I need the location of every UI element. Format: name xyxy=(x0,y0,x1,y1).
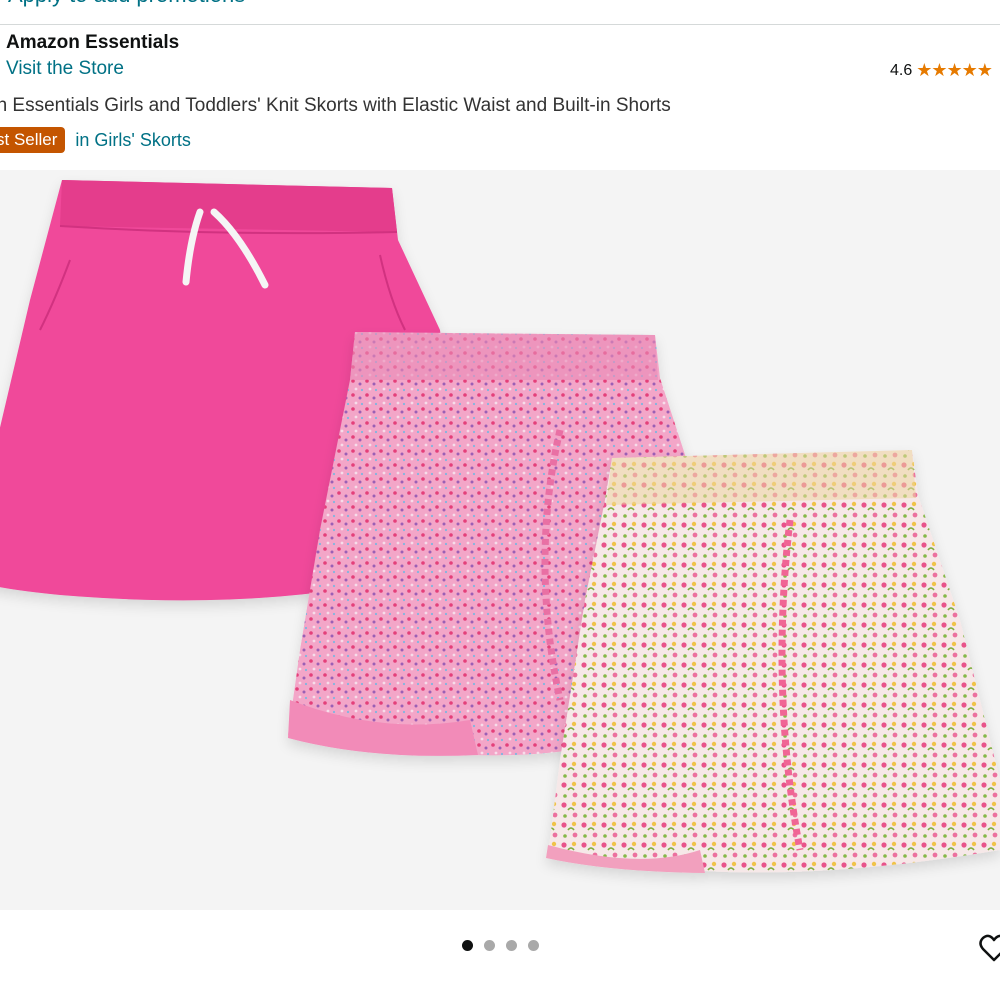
badge-row: st Seller in Girls' Skorts xyxy=(0,127,191,153)
floral-multicolor-skort xyxy=(546,450,1000,873)
rating-value: 4.6 xyxy=(890,61,913,79)
gallery-dot[interactable] xyxy=(527,940,539,951)
star-rating-icon: ★★★★★ xyxy=(916,60,993,80)
brand-name: Amazon Essentials xyxy=(6,32,180,53)
rating[interactable]: 4.6 ★★★★★ xyxy=(890,60,1000,81)
gallery-dot[interactable] xyxy=(505,940,517,951)
top-banner-text[interactable]: Apply to add promotions xyxy=(8,0,245,8)
heart-icon[interactable] xyxy=(978,932,1000,964)
gallery-dot[interactable] xyxy=(483,940,495,951)
category-link[interactable]: in Girls' Skorts xyxy=(75,130,190,151)
product-image xyxy=(0,180,1000,873)
gallery-pagination[interactable] xyxy=(0,940,1000,951)
best-seller-badge: st Seller xyxy=(0,127,66,153)
gallery-dot[interactable] xyxy=(461,940,473,951)
product-title: on Essentials Girls and Toddlers' Knit S… xyxy=(0,95,671,116)
visit-store-link[interactable]: Visit the Store xyxy=(6,58,124,80)
top-banner[interactable]: Apply to add promotions xyxy=(0,0,1000,25)
product-image-gallery[interactable] xyxy=(0,170,1000,910)
